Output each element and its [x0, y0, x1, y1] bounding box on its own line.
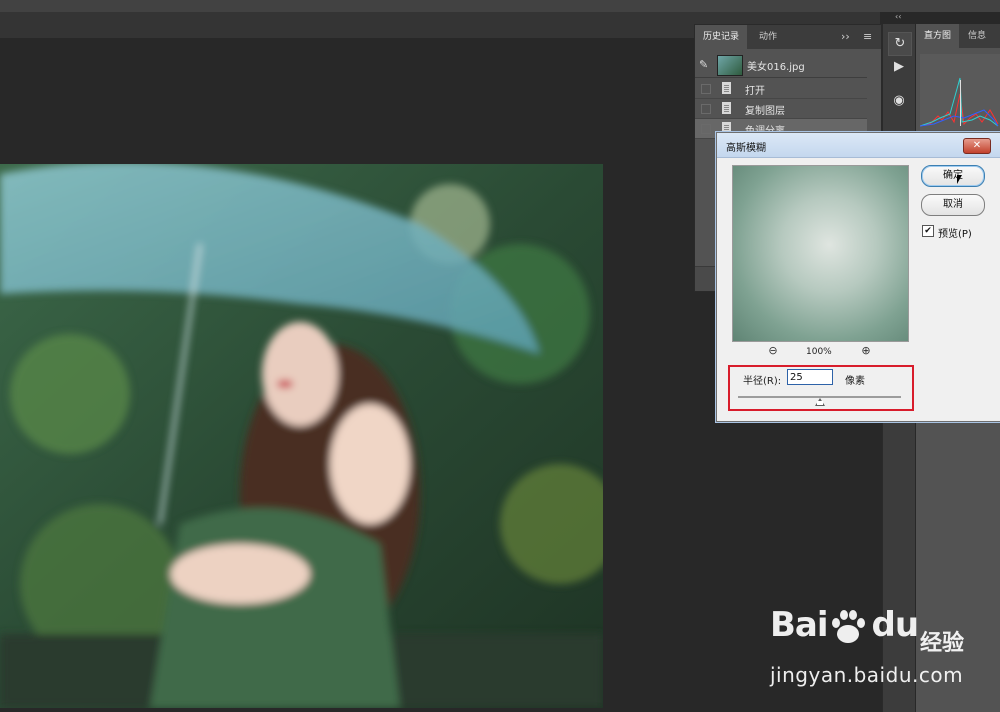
- document-icon: [722, 82, 731, 94]
- baidu-jingyan-watermark: Bai du 经验 jingyan.baidu.com: [770, 605, 990, 695]
- collapse-icon[interactable]: ‹‹: [895, 12, 901, 21]
- zoom-level: 100%: [806, 347, 832, 357]
- paw-icon: [832, 610, 865, 643]
- tab-history[interactable]: 历史记录: [695, 25, 748, 49]
- radius-input[interactable]: 25: [787, 369, 833, 385]
- zoom-in-icon[interactable]: ⊕: [859, 344, 873, 358]
- dialog-title: 高斯模糊: [726, 143, 766, 154]
- document-icon: [722, 102, 731, 114]
- history-item[interactable]: 打开: [695, 79, 867, 99]
- histogram-panel-tabs: 直方图 信息: [916, 24, 1000, 48]
- blurred-photo-image: [0, 164, 603, 708]
- tab-histogram[interactable]: 直方图: [916, 24, 960, 48]
- histogram-graph: [920, 54, 1000, 130]
- history-panel-tabs: 历史记录 动作 ›› ≡: [695, 25, 881, 49]
- history-item-label: 复制图层: [745, 106, 785, 117]
- history-state-checkbox[interactable]: [701, 84, 711, 94]
- radius-label: 半径(R):: [743, 376, 782, 387]
- ok-button[interactable]: 确定: [921, 165, 985, 187]
- history-item[interactable]: 复制图层: [695, 99, 867, 119]
- close-button[interactable]: ✕: [963, 138, 991, 154]
- mouse-cursor-icon: [957, 175, 962, 184]
- app-top-bar: [0, 0, 1000, 12]
- canvas-photo[interactable]: [0, 164, 603, 708]
- filter-preview[interactable]: [732, 165, 909, 342]
- unit-label: 像素: [845, 376, 865, 387]
- panel-expand-icon[interactable]: ››: [839, 25, 852, 49]
- gaussian-blur-dialog[interactable]: 高斯模糊 ✕ ⊖ 100% ⊕ 确定 取消 ✔ 预览(P) 半径(R): 25 …: [716, 132, 1000, 422]
- history-brush-icon[interactable]: ↻: [888, 32, 912, 56]
- watermark-logo-left: Bai: [770, 605, 829, 645]
- play-icon[interactable]: ▶: [888, 56, 910, 78]
- history-item-label: 打开: [745, 86, 765, 97]
- tab-info[interactable]: 信息: [960, 24, 994, 48]
- panel-menu-icon[interactable]: ≡: [859, 25, 876, 49]
- preview-checkbox[interactable]: ✔: [922, 225, 934, 237]
- history-state-checkbox[interactable]: [701, 124, 711, 134]
- preview-label: 预览(P): [938, 229, 972, 240]
- watermark-logo-right: du: [871, 605, 920, 645]
- history-brush-icon[interactable]: ✎: [699, 58, 708, 71]
- history-snapshot[interactable]: ✎ 美女016.jpg: [695, 53, 867, 78]
- dialog-titlebar[interactable]: 高斯模糊 ✕: [717, 133, 1000, 158]
- snapshot-thumbnail: [717, 55, 743, 76]
- cancel-button[interactable]: 取消: [921, 194, 985, 216]
- adjustment-icon[interactable]: ◉: [888, 90, 910, 112]
- history-state-checkbox[interactable]: [701, 104, 711, 114]
- tab-actions[interactable]: 动作: [751, 25, 785, 49]
- watermark-brand: 经验: [920, 631, 965, 656]
- snapshot-name: 美女016.jpg: [747, 62, 805, 73]
- watermark-url: jingyan.baidu.com: [770, 663, 964, 687]
- zoom-out-icon[interactable]: ⊖: [766, 344, 780, 358]
- radius-slider-thumb[interactable]: [814, 398, 825, 406]
